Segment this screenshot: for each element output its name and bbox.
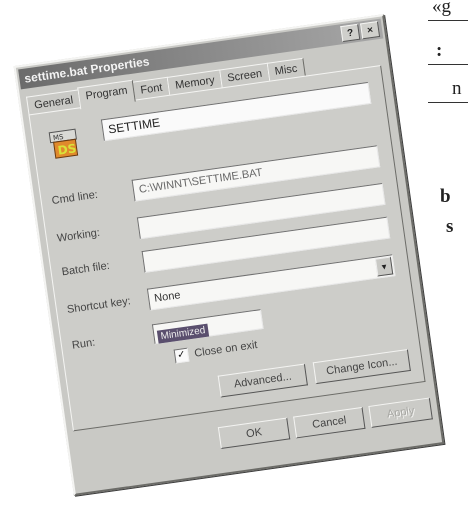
ms-dos-program-icon: MS DS xyxy=(48,128,79,159)
close-button[interactable]: × xyxy=(360,21,381,40)
program-panel: MS DS SETTIME Cmd line: C:\WINNT\SETTIME… xyxy=(28,64,426,432)
close-on-exit-label: Close on exit xyxy=(193,338,259,360)
run-value: Minimized xyxy=(156,323,210,344)
working-label: Working: xyxy=(56,226,101,245)
properties-dialog: settime.bat Properties ? × General Progr… xyxy=(13,14,445,496)
background-text-fragment: s xyxy=(446,216,454,237)
advanced-button[interactable]: Advanced... xyxy=(217,363,308,398)
background-rule xyxy=(428,102,468,103)
background-text-fragment: : xyxy=(436,40,443,61)
background-text-fragment: n xyxy=(452,78,462,99)
cancel-button[interactable]: Cancel xyxy=(293,406,366,439)
chevron-down-icon[interactable]: ▼ xyxy=(374,256,394,277)
change-icon-button[interactable]: Change Icon... xyxy=(312,349,411,385)
background-rule xyxy=(428,64,468,65)
shortcut-key-value: None xyxy=(153,289,182,305)
help-button[interactable]: ? xyxy=(340,23,361,43)
ok-button[interactable]: OK xyxy=(217,417,291,450)
close-on-exit-row[interactable]: ✓ Close on exit xyxy=(173,338,259,364)
cmd-line-label: Cmd line: xyxy=(50,188,99,208)
shortcut-key-label: Shortcut key: xyxy=(66,295,132,317)
apply-button[interactable]: Apply xyxy=(368,397,433,428)
background-rule xyxy=(428,20,468,21)
run-label: Run: xyxy=(71,336,96,352)
batch-file-label: Batch file: xyxy=(60,259,111,279)
background-text-fragment: b xyxy=(440,186,451,207)
close-on-exit-checkbox[interactable]: ✓ xyxy=(173,347,190,364)
svg-text:DS: DS xyxy=(57,141,77,157)
background-text-fragment: «g xyxy=(432,0,451,17)
